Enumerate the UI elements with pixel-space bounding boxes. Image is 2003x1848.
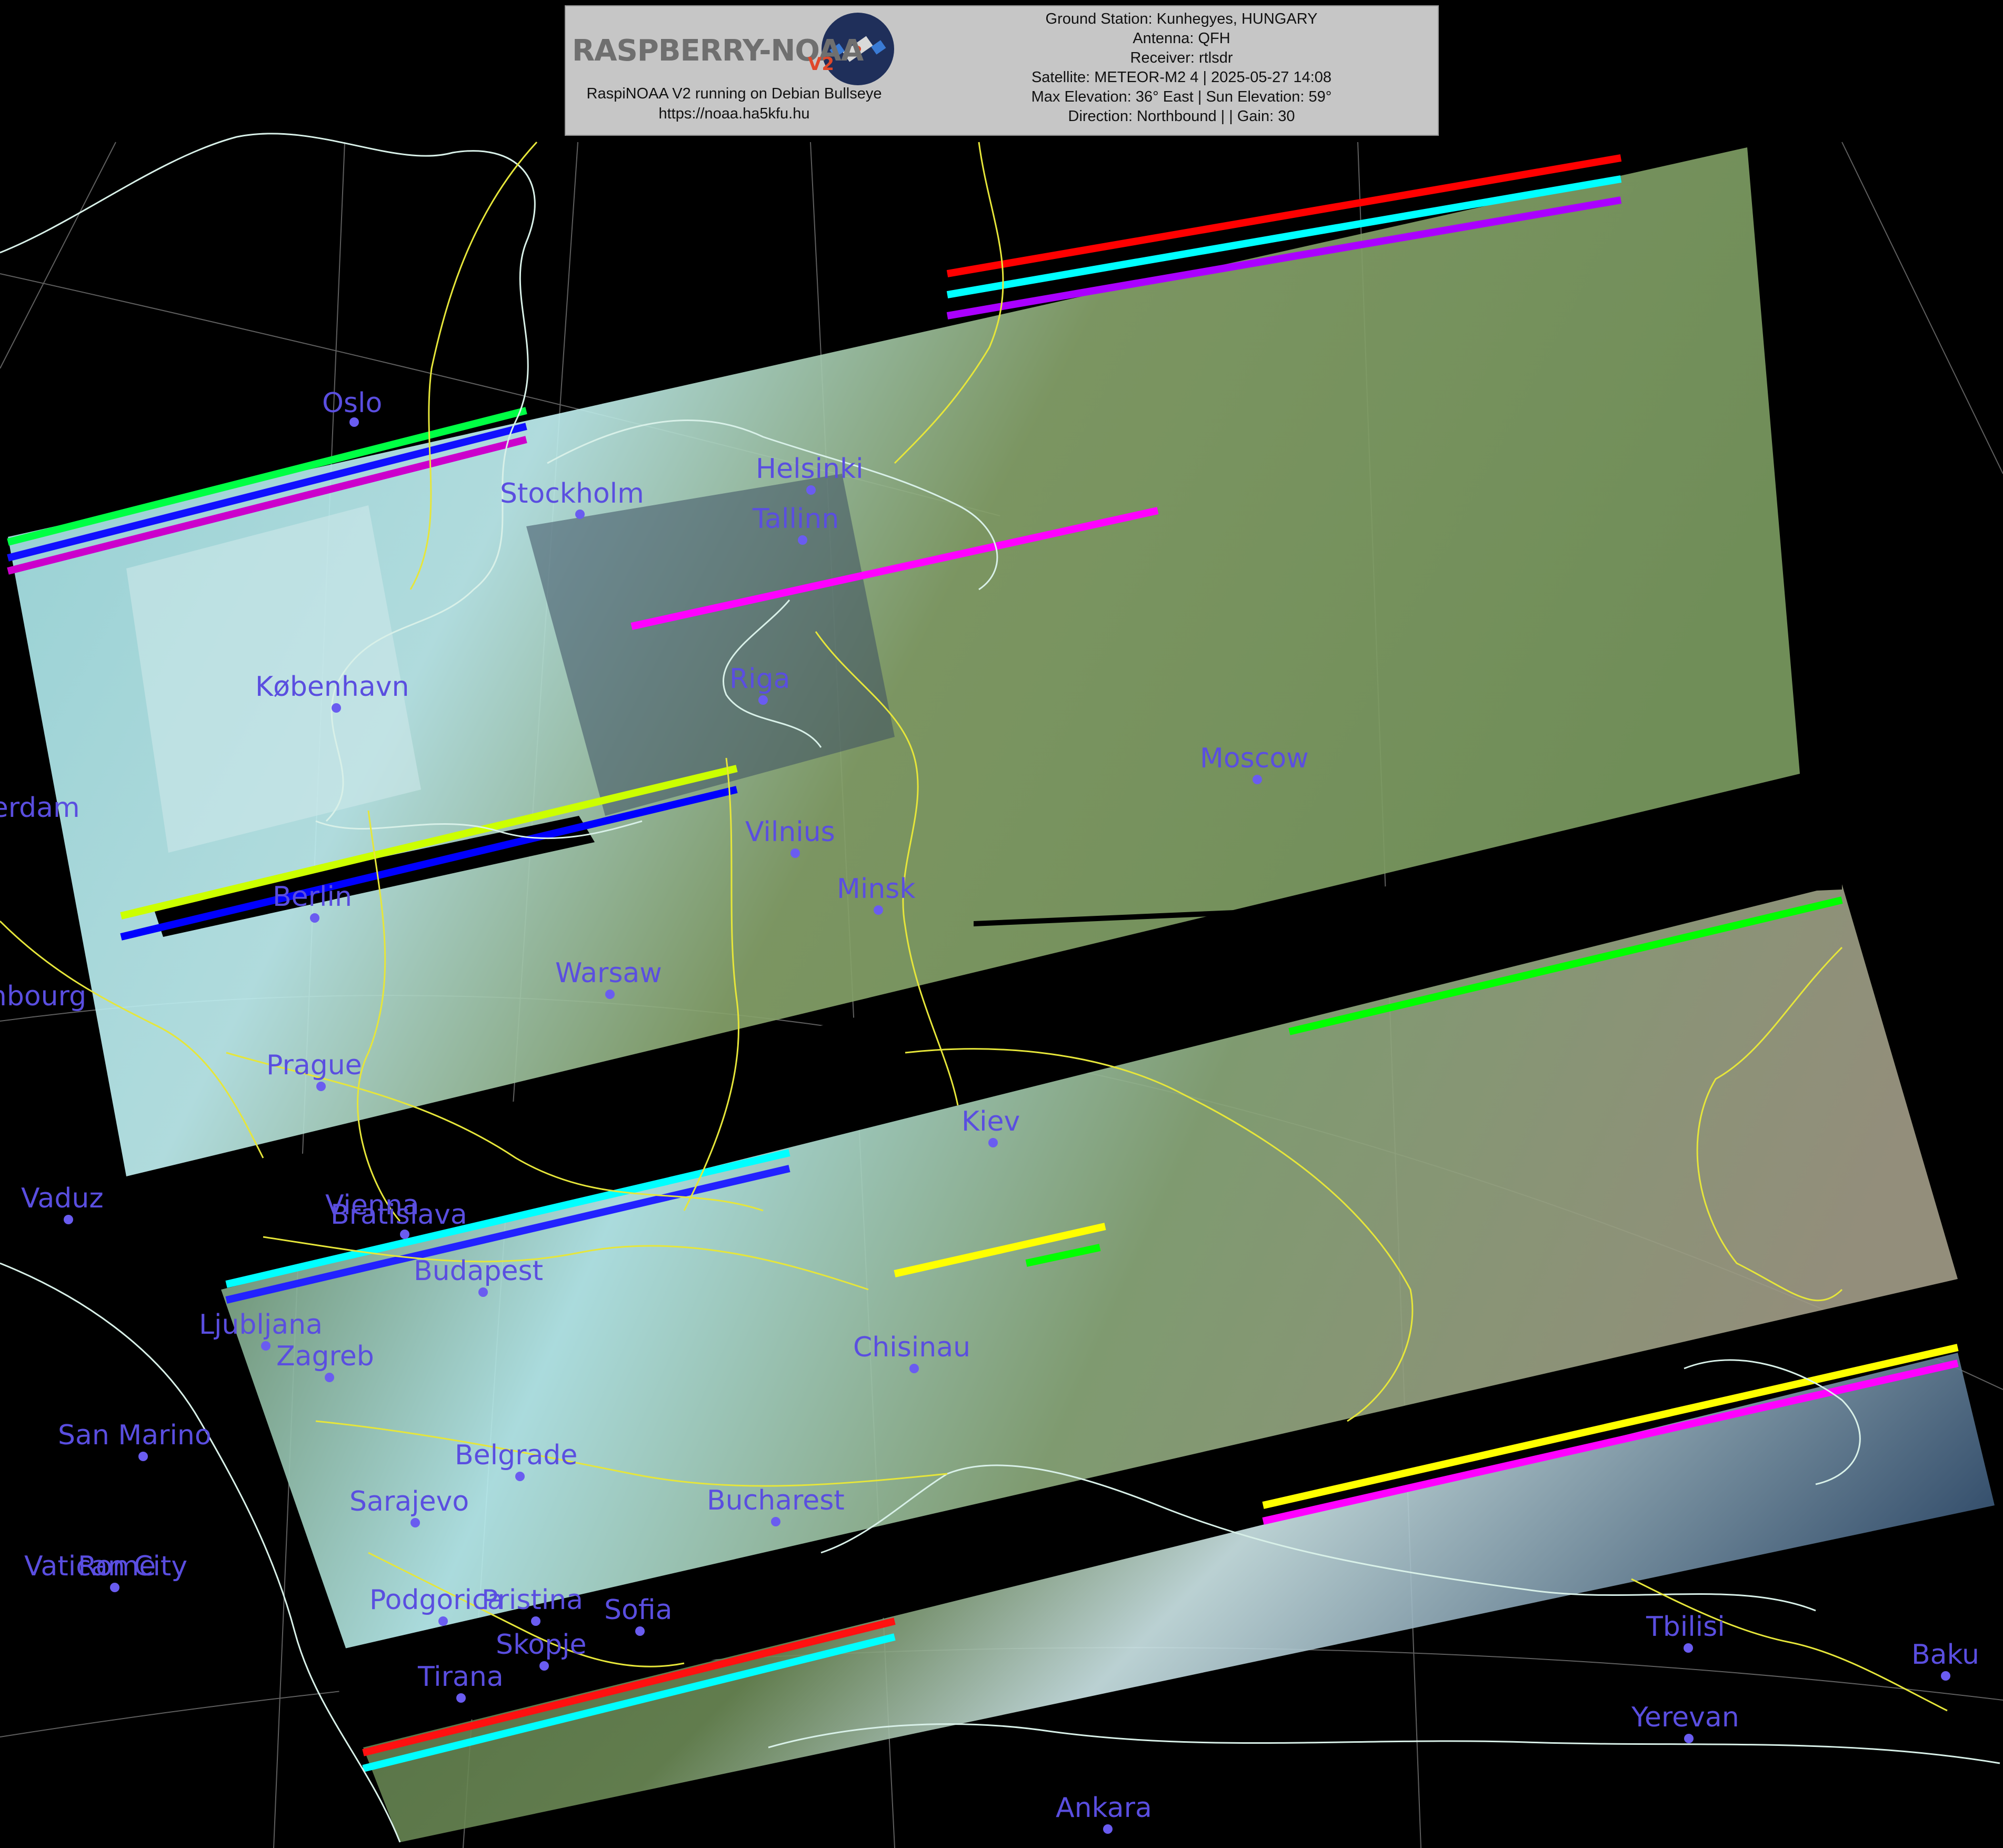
svg-text:Warsaw: Warsaw <box>555 957 662 989</box>
svg-text:Sarajevo: Sarajevo <box>349 1486 469 1517</box>
subtitle: RaspiNOAA V2 running on Debian Bullseye <box>586 85 882 102</box>
city-san-marino: San Marino <box>58 1420 212 1461</box>
pass-details: Ground Station: Kunhegyes, HUNGARY Anten… <box>934 9 1429 126</box>
svg-text:Ankara: Ankara <box>1056 1792 1152 1824</box>
svg-text:Vilnius: Vilnius <box>745 816 835 848</box>
logo-badge: V2 <box>808 54 834 75</box>
svg-text:Budapest: Budapest <box>414 1255 543 1287</box>
svg-text:Ljubljana: Ljubljana <box>199 1309 323 1341</box>
info-panel: RASPBERRY-NOAA V2 RaspiNOAA V2 running o… <box>565 5 1439 136</box>
svg-text:Tirana: Tirana <box>417 1661 504 1693</box>
svg-text:Skopje: Skopje <box>496 1629 587 1661</box>
svg-text:Pristina: Pristina <box>482 1584 583 1616</box>
svg-text:Yerevan: Yerevan <box>1631 1702 1739 1733</box>
city-rome: Rome <box>78 1551 156 1582</box>
svg-text:København: København <box>255 671 409 703</box>
svg-text:Chisinau: Chisinau <box>853 1332 970 1363</box>
svg-text:Minsk: Minsk <box>837 873 915 905</box>
city-bratislava: Bratislava <box>331 1199 467 1231</box>
svg-text:Baku: Baku <box>1911 1639 1979 1671</box>
satellite-map: Oslo Stockholm Helsinki Tallinn Riga Køb… <box>0 133 2003 1848</box>
antenna: Antenna: QFH <box>1133 30 1230 47</box>
svg-text:Kiev: Kiev <box>962 1106 1020 1137</box>
city-yerevan: Yerevan <box>1631 1702 1739 1743</box>
svg-text:Tbilisi: Tbilisi <box>1646 1611 1725 1643</box>
svg-text:San Marino: San Marino <box>58 1420 212 1451</box>
website-url: https://noaa.ha5kfu.hu <box>658 105 810 122</box>
svg-text:Bucharest: Bucharest <box>707 1485 845 1516</box>
receiver: Receiver: rtlsdr <box>1130 49 1233 66</box>
svg-text:Vaduz: Vaduz <box>21 1183 104 1214</box>
svg-text:Riga: Riga <box>729 663 790 695</box>
svg-text:Sofia: Sofia <box>604 1594 672 1626</box>
ground-station: Ground Station: Kunhegyes, HUNGARY <box>1045 11 1318 27</box>
satellite: Satellite: METEOR-M2 4 | 2025-05-27 14:0… <box>1031 69 1332 86</box>
city-tbilisi: Tbilisi <box>1646 1611 1725 1653</box>
svg-text:Rome: Rome <box>78 1551 156 1582</box>
city-amsterdam: Amsterdam <box>0 792 80 824</box>
svg-text:Prague: Prague <box>266 1050 362 1081</box>
svg-text:Stockholm: Stockholm <box>500 478 644 510</box>
city-vaduz: Vaduz <box>21 1183 104 1224</box>
city-ankara: Ankara <box>1056 1792 1152 1834</box>
svg-text:Helsinki: Helsinki <box>756 453 864 485</box>
elevation: Max Elevation: 36° East | Sun Elevation:… <box>1031 88 1332 105</box>
svg-text:Berlin: Berlin <box>273 881 352 913</box>
city-oslo: Oslo <box>322 387 382 427</box>
svg-text:Luxembourg: Luxembourg <box>0 981 86 1012</box>
direction-gain: Direction: Northbound | | Gain: 30 <box>1068 108 1295 125</box>
svg-text:Moscow: Moscow <box>1200 743 1309 774</box>
svg-text:Amsterdam: Amsterdam <box>0 792 80 824</box>
svg-text:Belgrade: Belgrade <box>455 1440 577 1471</box>
svg-text:Tallinn: Tallinn <box>752 503 839 535</box>
svg-text:Oslo: Oslo <box>322 387 382 419</box>
svg-text:Bratislava: Bratislava <box>331 1199 467 1231</box>
city-luxembourg: Luxembourg <box>0 981 86 1012</box>
svg-text:Zagreb: Zagreb <box>276 1341 374 1372</box>
city-baku: Baku <box>1911 1639 1979 1681</box>
